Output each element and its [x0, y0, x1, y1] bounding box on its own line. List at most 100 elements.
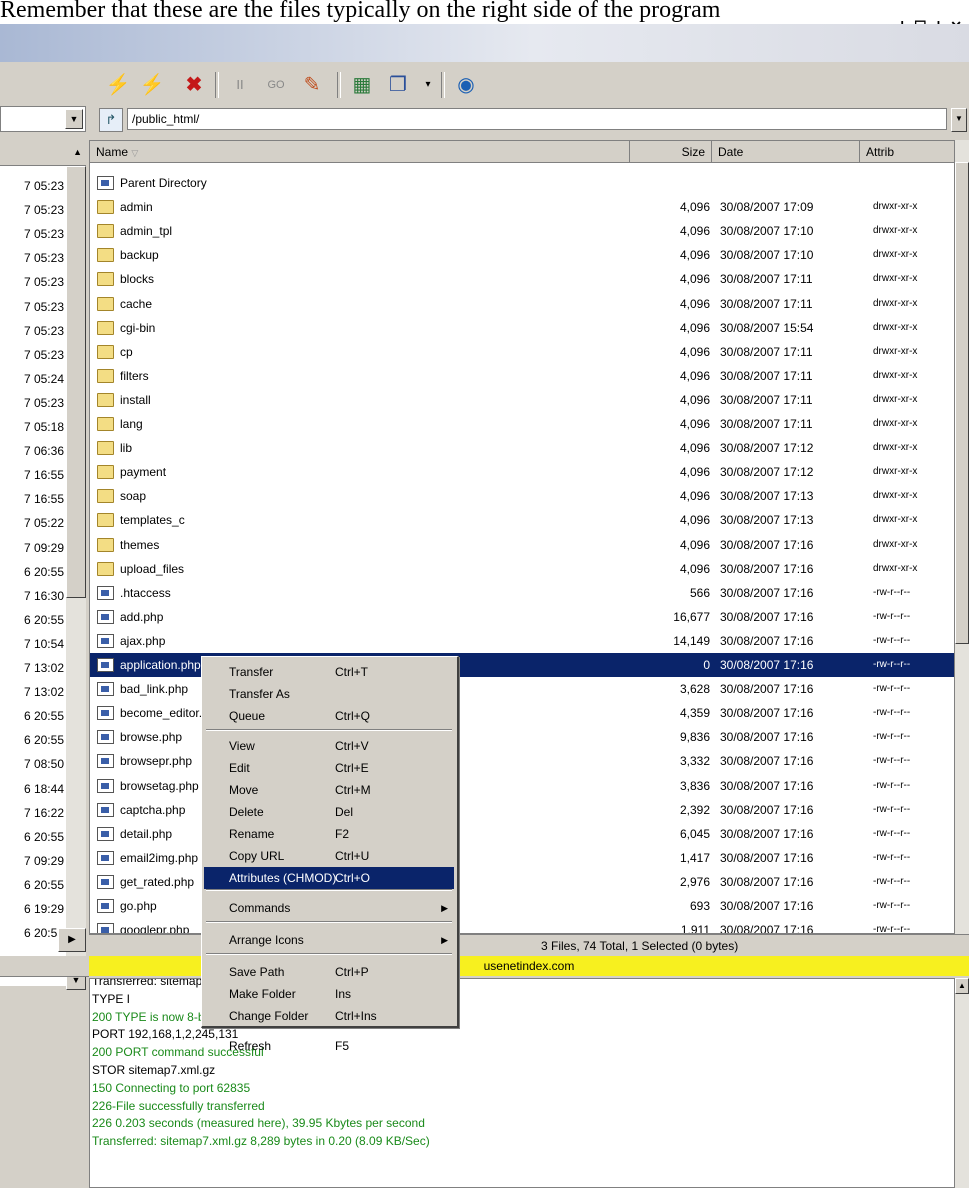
local-list-item[interactable]: 7 05:23	[0, 246, 64, 270]
windows-icon[interactable]: ❐	[383, 70, 413, 100]
local-list-item[interactable]: 7 08:50	[0, 752, 64, 776]
local-list-item[interactable]: 7 16:55	[0, 463, 64, 487]
scroll-up-icon[interactable]: ▲	[955, 978, 969, 994]
table-row[interactable]: lang 4,096 30/08/2007 17:11 drwxr-xr-x	[90, 412, 954, 436]
scroll-up-icon[interactable]: ▲	[73, 147, 82, 157]
table-row[interactable]: upload_files 4,096 30/08/2007 17:16 drwxr-x…	[90, 557, 954, 581]
menu-item[interactable]: Queue Ctrl+Q	[204, 705, 454, 727]
menu-item-shortcut: Ins	[335, 987, 352, 1001]
local-list-item[interactable]: 7 05:23	[0, 343, 64, 367]
table-row[interactable]: admin 4,096 30/08/2007 17:09 drwxr-xr-x	[90, 195, 954, 219]
parent-folder-icon[interactable]: ↱	[99, 108, 123, 132]
table-row[interactable]: payment 4,096 30/08/2007 17:12 drwxr-xr-x	[90, 460, 954, 484]
local-list-scrollbar[interactable]: ▼	[66, 166, 86, 990]
table-row[interactable]: soap 4,096 30/08/2007 17:13 drwxr-xr-x	[90, 484, 954, 508]
local-list-item[interactable]: 6 18:44	[0, 777, 64, 801]
table-row[interactable]: cgi-bin 4,096 30/08/2007 15:54 drwxr-xr-x	[90, 316, 954, 340]
table-row[interactable]: cp 4,096 30/08/2007 17:11 drwxr-xr-x	[90, 340, 954, 364]
menu-item[interactable]: Copy URL Ctrl+U	[204, 845, 454, 867]
menu-item[interactable]: Transfer As	[204, 683, 454, 705]
log-scrollbar[interactable]: ▲	[955, 978, 969, 1188]
local-list-item[interactable]: 7 05:23	[0, 391, 64, 415]
scrollbar-thumb[interactable]	[955, 162, 969, 644]
local-list-item[interactable]: 6 20:55	[0, 825, 64, 849]
disconnect-icon[interactable]: ✖	[179, 70, 209, 100]
local-list-item[interactable]: 6 20:55	[0, 728, 64, 752]
table-row[interactable]: themes 4,096 30/08/2007 17:16 drwxr-xr-x	[90, 533, 954, 557]
scrollbar-thumb[interactable]	[66, 166, 86, 598]
local-list-item[interactable]: 7 05:22	[0, 511, 64, 535]
local-path-combo[interactable]: ▼	[0, 106, 86, 132]
connect-icon[interactable]: ⚡	[103, 70, 133, 100]
local-list-item[interactable]: 7 05:23	[0, 295, 64, 319]
scroll-right-icon[interactable]: ▶	[58, 928, 86, 952]
chevron-down-icon[interactable]: ▼	[65, 109, 83, 129]
local-list-item[interactable]: 7 13:02	[0, 680, 64, 704]
menu-item[interactable]: Refresh F5	[204, 1035, 454, 1057]
file-name: themes	[120, 537, 160, 552]
clear-icon[interactable]: ✎	[297, 70, 327, 100]
dropdown-icon[interactable]: ▾	[413, 70, 443, 100]
local-list-item[interactable]: 7 05:23	[0, 270, 64, 294]
table-row[interactable]: backup 4,096 30/08/2007 17:10 drwxr-xr-x	[90, 243, 954, 267]
remote-path-input[interactable]: /public_html/	[127, 108, 947, 130]
site-manager-icon[interactable]: ▦	[347, 70, 377, 100]
local-list-item[interactable]: 7 13:02	[0, 656, 64, 680]
local-list-item[interactable]: 7 05:23	[0, 222, 64, 246]
local-list-item[interactable]: 7 05:24	[0, 367, 64, 391]
menu-item[interactable]: Arrange Icons ▶	[204, 929, 454, 951]
file-icon	[97, 658, 114, 672]
table-row[interactable]: lib 4,096 30/08/2007 17:12 drwxr-xr-x	[90, 436, 954, 460]
local-list-item[interactable]: 6 20:55	[0, 704, 64, 728]
table-row[interactable]: add.php 16,677 30/08/2007 17:16 -rw-r--r--	[90, 605, 954, 629]
local-list-item[interactable]: 6 20:55	[0, 873, 64, 897]
local-list-item[interactable]: 7 06:36	[0, 439, 64, 463]
table-row[interactable]: blocks 4,096 30/08/2007 17:11 drwxr-xr-x	[90, 267, 954, 291]
menu-item[interactable]: Attributes (CHMOD) Ctrl+O	[204, 867, 454, 889]
chevron-down-icon[interactable]: ▼	[951, 108, 967, 132]
menu-item[interactable]: Save Path Ctrl+P	[204, 961, 454, 983]
table-row[interactable]: admin_tpl 4,096 30/08/2007 17:10 drwxr-xr-x	[90, 219, 954, 243]
local-list-item[interactable]: 7 16:22	[0, 801, 64, 825]
menu-item[interactable]: Move Ctrl+M	[204, 779, 454, 801]
local-list-item[interactable]: 6 19:29	[0, 897, 64, 921]
column-attrib[interactable]: Attrib	[860, 141, 954, 163]
table-row[interactable]: Parent Directory	[90, 171, 954, 195]
menu-item[interactable]: Change Folder Ctrl+Ins	[204, 1005, 454, 1027]
column-size[interactable]: Size	[630, 141, 712, 163]
local-list-item[interactable]: 7 09:29	[0, 849, 64, 873]
local-list-item[interactable]: 7 09:29	[0, 536, 64, 560]
go-icon[interactable]: GO	[261, 70, 291, 100]
local-list-item[interactable]: 6 20:55	[0, 608, 64, 632]
local-list-item[interactable]: 7 16:55	[0, 487, 64, 511]
local-list-header[interactable]: ▲	[0, 144, 86, 166]
local-list-item[interactable]: 6 20:55	[0, 921, 64, 945]
table-row[interactable]: ajax.php 14,149 30/08/2007 17:16 -rw-r--r--	[90, 629, 954, 653]
menu-item[interactable]: Make Folder Ins	[204, 983, 454, 1005]
column-name[interactable]: Name ▽	[90, 141, 630, 163]
local-list-item[interactable]: 7 16:30	[0, 584, 64, 608]
local-list-item[interactable]: 7 05:23	[0, 198, 64, 222]
local-list-item[interactable]: 7 05:23	[0, 174, 64, 198]
menu-item[interactable]: Commands ▶	[204, 897, 454, 919]
local-list-item[interactable]: 7 05:23	[0, 319, 64, 343]
local-file-list[interactable]: 7 05:23 7 05:23 7 05:23 7 05:23 7 05:23 7 05:…	[0, 166, 66, 986]
menu-item[interactable]: Transfer Ctrl+T	[204, 661, 454, 683]
table-row[interactable]: templates_c 4,096 30/08/2007 17:13 drwxr-xr…	[90, 508, 954, 532]
globe-icon[interactable]: ◉	[451, 70, 481, 100]
quick-connect-icon[interactable]: ⚡	[137, 70, 167, 100]
menu-item[interactable]: Delete Del	[204, 801, 454, 823]
table-row[interactable]: .htaccess 566 30/08/2007 17:16 -rw-r--r--	[90, 581, 954, 605]
local-list-item[interactable]: 6 20:55	[0, 560, 64, 584]
menu-item[interactable]: Rename F2	[204, 823, 454, 845]
column-date[interactable]: Date	[712, 141, 860, 163]
table-row[interactable]: install 4,096 30/08/2007 17:11 drwxr-xr-x	[90, 388, 954, 412]
table-row[interactable]: cache 4,096 30/08/2007 17:11 drwxr-xr-x	[90, 292, 954, 316]
menu-item[interactable]: Edit Ctrl+E	[204, 757, 454, 779]
pause-icon[interactable]: II	[225, 70, 255, 100]
local-list-item[interactable]: 7 10:54	[0, 632, 64, 656]
menu-item[interactable]: View Ctrl+V	[204, 735, 454, 757]
local-list-item[interactable]: 7 05:18	[0, 415, 64, 439]
remote-list-scrollbar[interactable]	[955, 140, 969, 934]
table-row[interactable]: filters 4,096 30/08/2007 17:11 drwxr-xr-x	[90, 364, 954, 388]
